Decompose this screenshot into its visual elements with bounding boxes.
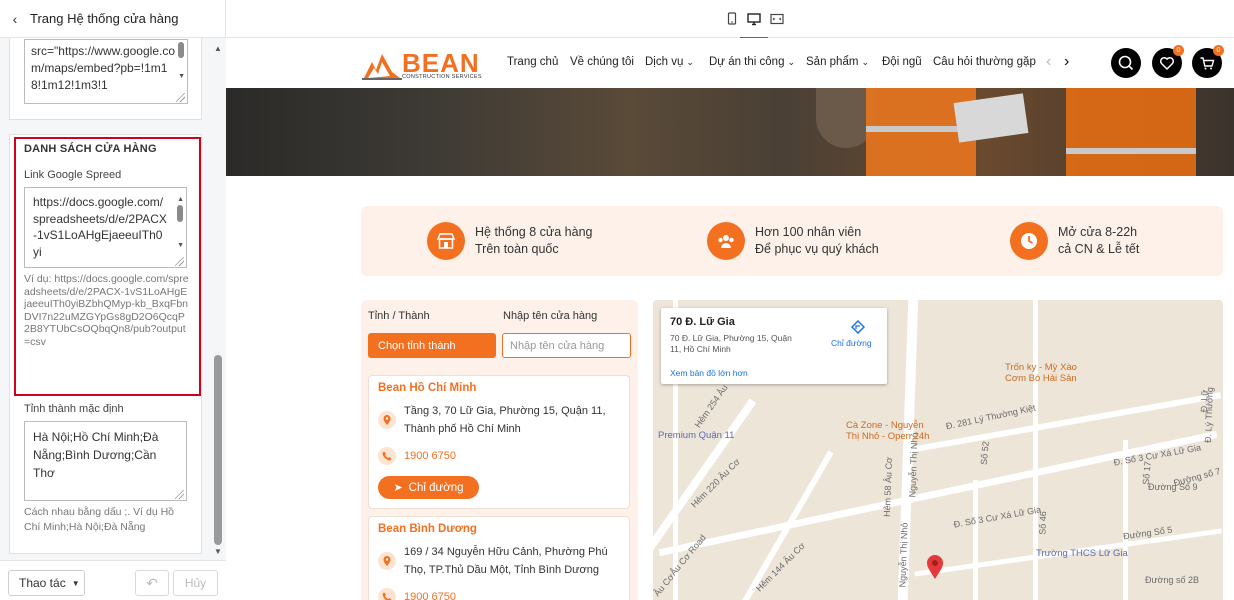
feature-hours: Mở cửa 8-22h cả CN & Lễ tết [1010, 222, 1139, 260]
store-name: Bean Hồ Chí Minh [378, 382, 477, 394]
search-button[interactable] [1111, 48, 1141, 78]
fullscreen-icon[interactable] [769, 11, 785, 27]
settings-panel: ‹ Trang Hệ thống cửa hàng src="https://w… [0, 0, 226, 600]
menu-item-products[interactable]: Sản phẩm ⌄ [806, 56, 869, 68]
resize-grip-icon[interactable] [175, 490, 184, 499]
google-map[interactable]: Hẻm 254 Âu Cơ Đ. 281 Lý Thường Kiệt Đ. S… [653, 300, 1223, 600]
menu-item-faq[interactable]: Câu hỏi thường gặp [933, 56, 1036, 68]
feature-staff: Hơn 100 nhân viên Để phục vụ quý khách [707, 222, 879, 260]
store-search-input[interactable]: Nhập tên cửa hàng [502, 333, 631, 358]
cart-button[interactable]: 0 [1192, 45, 1224, 78]
scroll-down-icon[interactable]: ▼ [214, 547, 222, 556]
textarea-scrollbar[interactable] [178, 42, 184, 58]
wishlist-button[interactable]: 0 [1152, 45, 1184, 78]
desktop-icon[interactable] [740, 11, 768, 40]
panel-title: Trang Hệ thống cửa hàng [30, 11, 179, 26]
store-icon [427, 222, 465, 260]
chevron-down-icon: ⌄ [787, 57, 796, 67]
location-icon [378, 411, 396, 429]
menu-next-icon[interactable]: › [1064, 53, 1069, 71]
undo-icon: ↶ [146, 574, 158, 591]
feature-strip: Hệ thống 8 cửa hàng Trên toàn quốc Hơn 10… [361, 206, 1223, 276]
wishlist-count: 0 [1173, 45, 1184, 56]
cancel-button[interactable]: Hủy [173, 570, 218, 596]
store-name-label: Nhập tên cửa hàng [503, 310, 598, 322]
map-embed-textarea[interactable]: src="https://www.google.com/maps/embed?p… [24, 39, 188, 104]
store-card[interactable]: Bean Bình Dương 169 / 34 Nguyễn Hữu Cảnh… [368, 516, 630, 600]
caret-down-icon: ▼ [71, 578, 80, 588]
map-card-address: 70 Đ. Lữ Gia, Phường 15, Quận 11, Hồ Chí… [670, 333, 792, 354]
map-card-title: 70 Đ. Lữ Gia [670, 316, 735, 328]
province-label: Tỉnh / Thành [368, 310, 430, 322]
people-icon [707, 222, 745, 260]
menu-prev-icon[interactable]: ‹ [1046, 53, 1051, 71]
hero-banner-image [226, 88, 1234, 176]
map-card-directions[interactable]: Chỉ đường [831, 338, 872, 348]
map-poi-premium[interactable]: Premium Quận 11 [658, 430, 734, 441]
highlight-box [14, 137, 201, 396]
menu-item-services[interactable]: Dịch vụ ⌄ [645, 56, 694, 68]
map-poi-restaurant[interactable]: Trốn ky - Mỳ Xào Cơm Bò Hải Sản [1005, 362, 1100, 384]
default-province-label: Tỉnh thành mặc định [24, 403, 124, 415]
map-embed-card: src="https://www.google.com/maps/embed?p… [9, 38, 202, 120]
scroll-down-icon[interactable]: ▼ [178, 68, 185, 85]
store-list-panel: Tỉnh / Thành Nhập tên cửa hàng Chọn tỉnh… [361, 300, 638, 600]
scroll-up-icon[interactable]: ▲ [214, 44, 222, 53]
feature-stores: Hệ thống 8 cửa hàng Trên toàn quốc [427, 222, 592, 260]
store-name: Bean Bình Dương [378, 523, 477, 535]
location-icon [378, 552, 396, 570]
store-address: 169 / 34 Nguyễn Hữu Cảnh, Phường Phú Thọ… [404, 546, 608, 576]
store-address: Tầng 3, 70 Lữ Gia, Phường 15, Quận 11, T… [404, 405, 606, 435]
province-select-button[interactable]: Chọn tỉnh thành [368, 333, 496, 358]
menu-item-about[interactable]: Về chúng tôi [570, 56, 634, 68]
map-poi-school[interactable]: Trường THCS Lữ Gia [1036, 548, 1128, 559]
resize-grip-icon[interactable] [176, 93, 185, 102]
menu-item-projects[interactable]: Dự án thi công ⌄ [709, 56, 795, 68]
scrollbar-thumb[interactable] [214, 355, 222, 545]
store-direction-button[interactable]: ➤ Chỉ đường [378, 476, 479, 499]
default-province-hint: Cách nhau bằng dấu ;. Ví dụ Hồ Chí Minh;… [24, 506, 175, 533]
store-card[interactable]: Bean Hồ Chí Minh Tầng 3, 70 Lữ Gia, Phườ… [368, 375, 630, 509]
store-phone[interactable]: 1900 6750 [404, 450, 456, 462]
panel-scrollbar[interactable]: ▲ ▼ [212, 38, 224, 560]
action-dropdown-button[interactable]: Thao tác ▼ [8, 570, 85, 596]
search-icon [1118, 55, 1134, 71]
menu-item-team[interactable]: Đội ngũ [882, 56, 922, 68]
chevron-down-icon: ⌄ [686, 57, 694, 67]
map-larger-link[interactable]: Xem bản đồ lớn hơn [670, 368, 748, 378]
undo-button[interactable]: ↶ [135, 570, 169, 596]
menu-item-home[interactable]: Trang chủ [507, 56, 558, 68]
map-marker-icon[interactable] [926, 554, 944, 580]
panel-footer: Thao tác ▼ ↶ Hủy [0, 560, 226, 600]
navigation-icon: ➤ [393, 482, 403, 494]
phone-icon [378, 588, 396, 600]
mobile-icon[interactable] [724, 11, 740, 27]
back-icon[interactable]: ‹ [0, 11, 30, 27]
store-phone[interactable]: 1900 6750 [404, 591, 456, 600]
directions-icon[interactable] [850, 319, 866, 339]
site-preview: BEAN CONSTRUCTION SERVICES Trang chủ Về … [226, 38, 1234, 600]
panel-header: ‹ Trang Hệ thống cửa hàng [0, 0, 226, 38]
site-logo[interactable]: BEAN CONSTRUCTION SERVICES [362, 46, 484, 82]
map-info-card: 70 Đ. Lữ Gia 70 Đ. Lữ Gia, Phường 15, Qu… [661, 308, 887, 384]
clock-icon [1010, 222, 1048, 260]
site-header: BEAN CONSTRUCTION SERVICES Trang chủ Về … [226, 38, 1234, 88]
device-toolbar [226, 0, 1234, 40]
phone-icon [378, 447, 396, 465]
cart-count: 0 [1213, 45, 1224, 56]
default-province-textarea[interactable]: Hà Nội;Hồ Chí Minh;Đà Nẵng;Bình Dương;Cầ… [24, 421, 187, 501]
map-poi-cafe[interactable]: Cà Zone - Nguyễn Thị Nhỏ - Open 24h [846, 420, 936, 442]
chevron-down-icon: ⌄ [861, 57, 869, 67]
